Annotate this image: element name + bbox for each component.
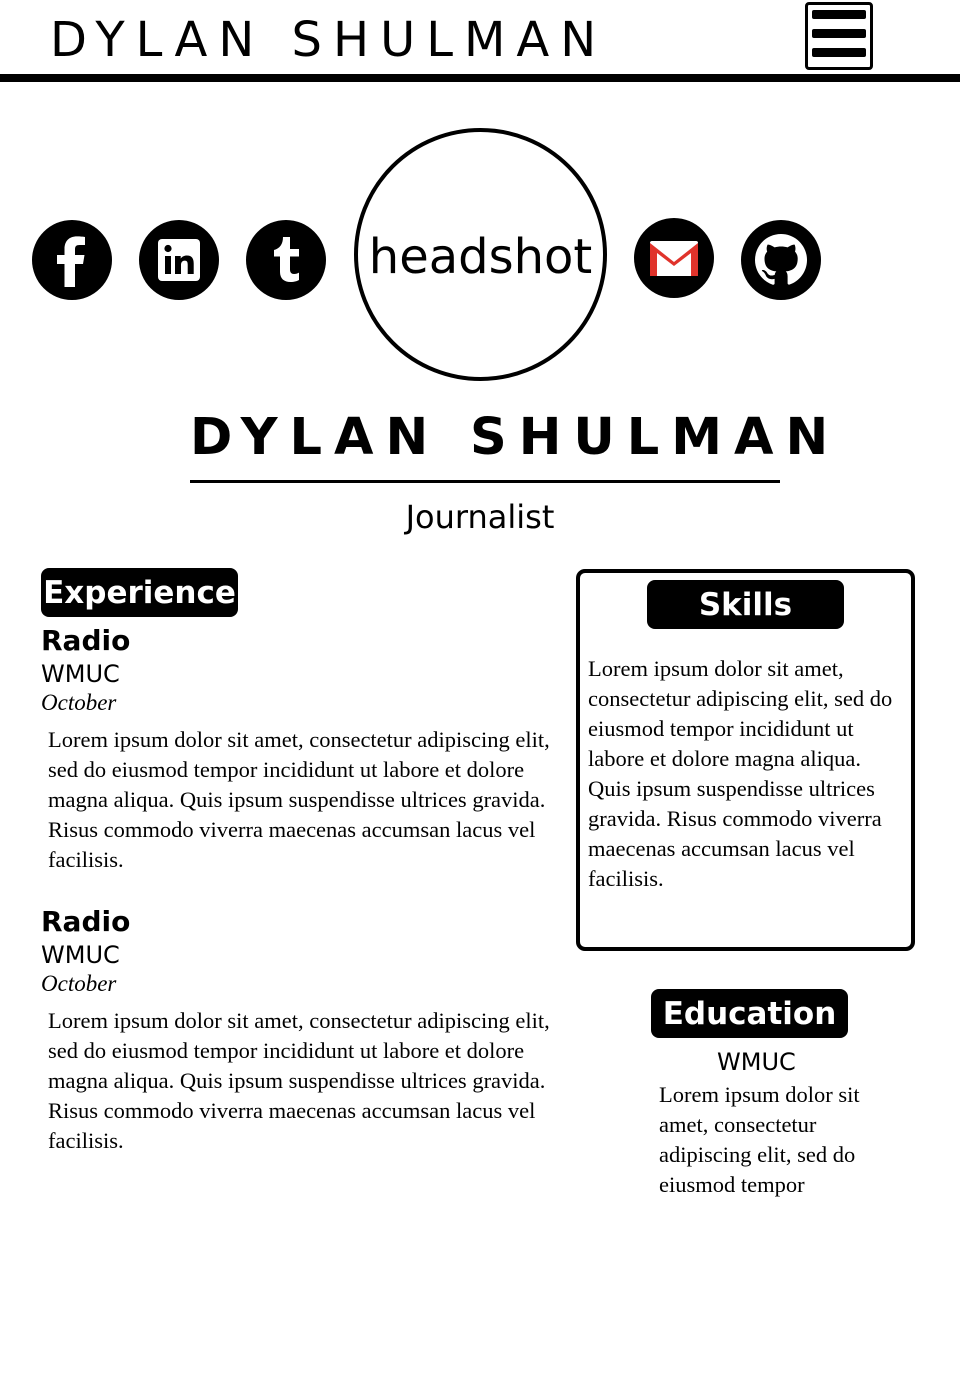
- name-underline: [190, 480, 780, 483]
- education-org: WMUC: [717, 1048, 796, 1076]
- menu-bar: [812, 29, 866, 38]
- entry-org: WMUC: [41, 660, 120, 688]
- experience-heading: Experience: [41, 568, 238, 617]
- education-text: Lorem ipsum dolor sit amet, consectetur …: [659, 1082, 860, 1197]
- entry-description: Lorem ipsum dolor sit amet, consectetur …: [48, 727, 550, 872]
- menu-bar: [812, 48, 866, 57]
- profile-role: Journalist: [405, 498, 555, 536]
- tumblr-icon[interactable]: [246, 220, 326, 300]
- facebook-icon[interactable]: [32, 220, 112, 300]
- skills-text: Lorem ipsum dolor sit amet, consectetur …: [588, 656, 893, 891]
- entry-date: October: [41, 971, 117, 996]
- github-icon[interactable]: [741, 220, 821, 300]
- education-heading: Education: [651, 989, 848, 1038]
- entry-org: WMUC: [41, 941, 120, 969]
- site-title[interactable]: DYLAN SHULMAN: [50, 10, 607, 70]
- hamburger-menu-icon[interactable]: [805, 2, 873, 70]
- skills-heading: Skills: [647, 580, 844, 629]
- linkedin-icon[interactable]: [139, 220, 219, 300]
- entry-date: October: [41, 690, 117, 715]
- headshot-label: headshot: [368, 228, 593, 285]
- profile-name: DYLAN SHULMAN: [190, 408, 841, 467]
- gmail-icon[interactable]: [634, 218, 714, 298]
- entry-title: Radio: [41, 905, 131, 938]
- entry-description: Lorem ipsum dolor sit amet, consectetur …: [48, 1008, 550, 1153]
- menu-bar: [812, 10, 866, 19]
- entry-title: Radio: [41, 624, 131, 657]
- header-divider: [0, 74, 960, 82]
- top-bar: DYLAN SHULMAN: [0, 0, 960, 82]
- headshot-placeholder: headshot: [354, 128, 607, 381]
